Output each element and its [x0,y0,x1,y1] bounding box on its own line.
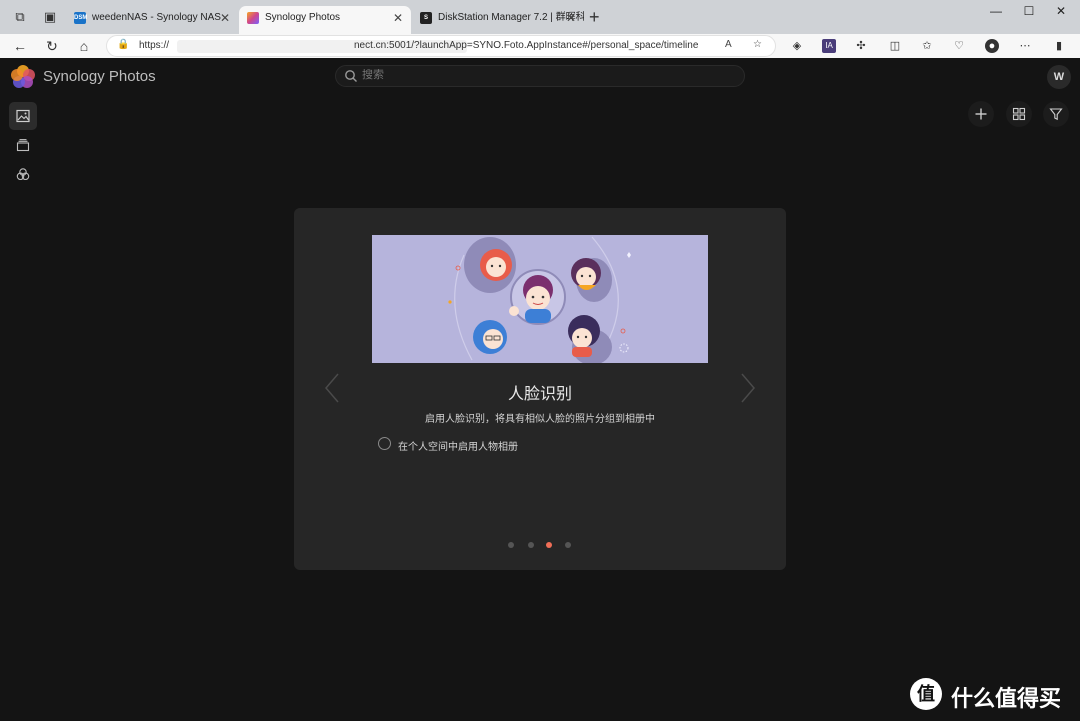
filter-button[interactable] [1043,101,1069,127]
app-title: Synology Photos [43,68,156,85]
new-tab-icon[interactable]: + [589,8,600,26]
window-close-icon[interactable]: ✕ [1051,4,1071,18]
close-icon[interactable]: ✕ [220,6,230,30]
close-icon[interactable]: ✕ [393,6,403,30]
favorites-icon[interactable]: ✩ [920,39,934,53]
user-avatar[interactable]: W [1047,65,1071,89]
workspaces-icon[interactable]: ⧉ [12,9,28,25]
smzdm-logo-icon: 值 [910,678,942,710]
search-box[interactable] [335,65,745,87]
more-menu-icon[interactable]: ⋯ [1018,39,1032,53]
search-icon [345,70,357,82]
lock-icon: 🔒 [117,39,130,50]
sidebar-toggle-icon[interactable]: ▮ [1052,39,1066,53]
dialog-title: 人脸识别 [507,386,572,403]
plus-icon [975,108,987,120]
browser-essentials-icon[interactable]: ♡ [952,39,966,53]
filter-icon [1049,108,1063,121]
image-icon [16,109,30,123]
photos-favicon-icon [247,12,259,24]
dialog-description: 启用人脸识别，将具有相似人脸的照片分组到相册中 [425,414,655,425]
tab-label: weedenNAS - Synology NAS [92,12,221,23]
extensions-puzzle-icon[interactable]: ✣ [854,39,868,53]
page-dot-3[interactable] [546,542,552,548]
app-header: Synology Photos W [0,58,1080,96]
page-dot-4[interactable] [565,542,571,548]
tab-label: Synology Photos [265,12,341,23]
shared-space-icon [16,168,30,181]
maximize-icon[interactable]: ☐ [1019,4,1039,18]
home-icon[interactable]: ⌂ [74,36,94,56]
close-icon[interactable]: ✕ [566,6,576,30]
refresh-icon[interactable]: ↻ [42,36,62,56]
option-label: 在个人空间中启用人物相册 [398,442,518,453]
watermark-text: 什么值得买 [951,686,1062,711]
face-recognition-illustration [372,235,708,363]
radio-button[interactable] [378,437,391,450]
url-suffix: nect.cn:5001/?launchApp=SYNO.Foto.AppIns… [354,40,699,51]
dsm-favicon-icon: DSM [74,12,87,24]
synology-favicon-icon: S [420,12,432,24]
address-bar: ← ↻ ⌂ 🔒 https:// nect.cn:5001/?launchApp… [0,34,1080,58]
ia-extension-icon[interactable]: IA [822,39,836,53]
add-button[interactable] [968,101,994,127]
browser-tab-dsm-info[interactable]: S DiskStation Manager 7.2 | 群晖科 ✕ [412,6,584,34]
url-field[interactable]: 🔒 https:// nect.cn:5001/?launchApp=SYNO.… [106,35,776,57]
sidebar-item-shared[interactable] [9,160,37,188]
split-screen-icon[interactable]: ◫ [888,39,902,53]
url-prefix: https:// [139,40,170,51]
tab-actions-icon[interactable]: ▣ [42,9,58,25]
sidebar-item-photos[interactable] [9,102,37,130]
back-icon[interactable]: ← [10,36,30,56]
sidebar-item-albums[interactable] [9,131,37,159]
browser-tab-dsm[interactable]: DSM weedenNAS - Synology NAS ✕ [66,6,238,34]
favorite-star-icon[interactable]: ☆ [753,39,762,50]
tab-label: DiskStation Manager 7.2 | 群晖科 [438,12,584,23]
page-dot-1[interactable] [508,542,514,548]
shield-extension-icon[interactable]: ◈ [790,39,804,53]
view-mode-button[interactable] [1006,101,1032,127]
face-recognition-dialog: 人脸识别 启用人脸识别，将具有相似人脸的照片分组到相册中 在个人空间中启用人物相… [294,208,786,570]
album-stack-icon [16,139,30,152]
synology-photos-logo-icon [11,65,35,88]
search-input[interactable] [362,69,732,81]
grid-icon [1012,107,1026,121]
browser-tab-bar: ⧉ ▣ DSM weedenNAS - Synology NAS ✕ Synol… [0,0,1080,34]
browser-tab-photos[interactable]: Synology Photos ✕ [239,6,411,34]
page-dot-2[interactable] [528,542,534,548]
profile-avatar-icon[interactable]: ● [985,39,999,53]
read-aloud-icon[interactable]: A [725,39,732,50]
minimize-icon[interactable]: — [986,4,1006,18]
